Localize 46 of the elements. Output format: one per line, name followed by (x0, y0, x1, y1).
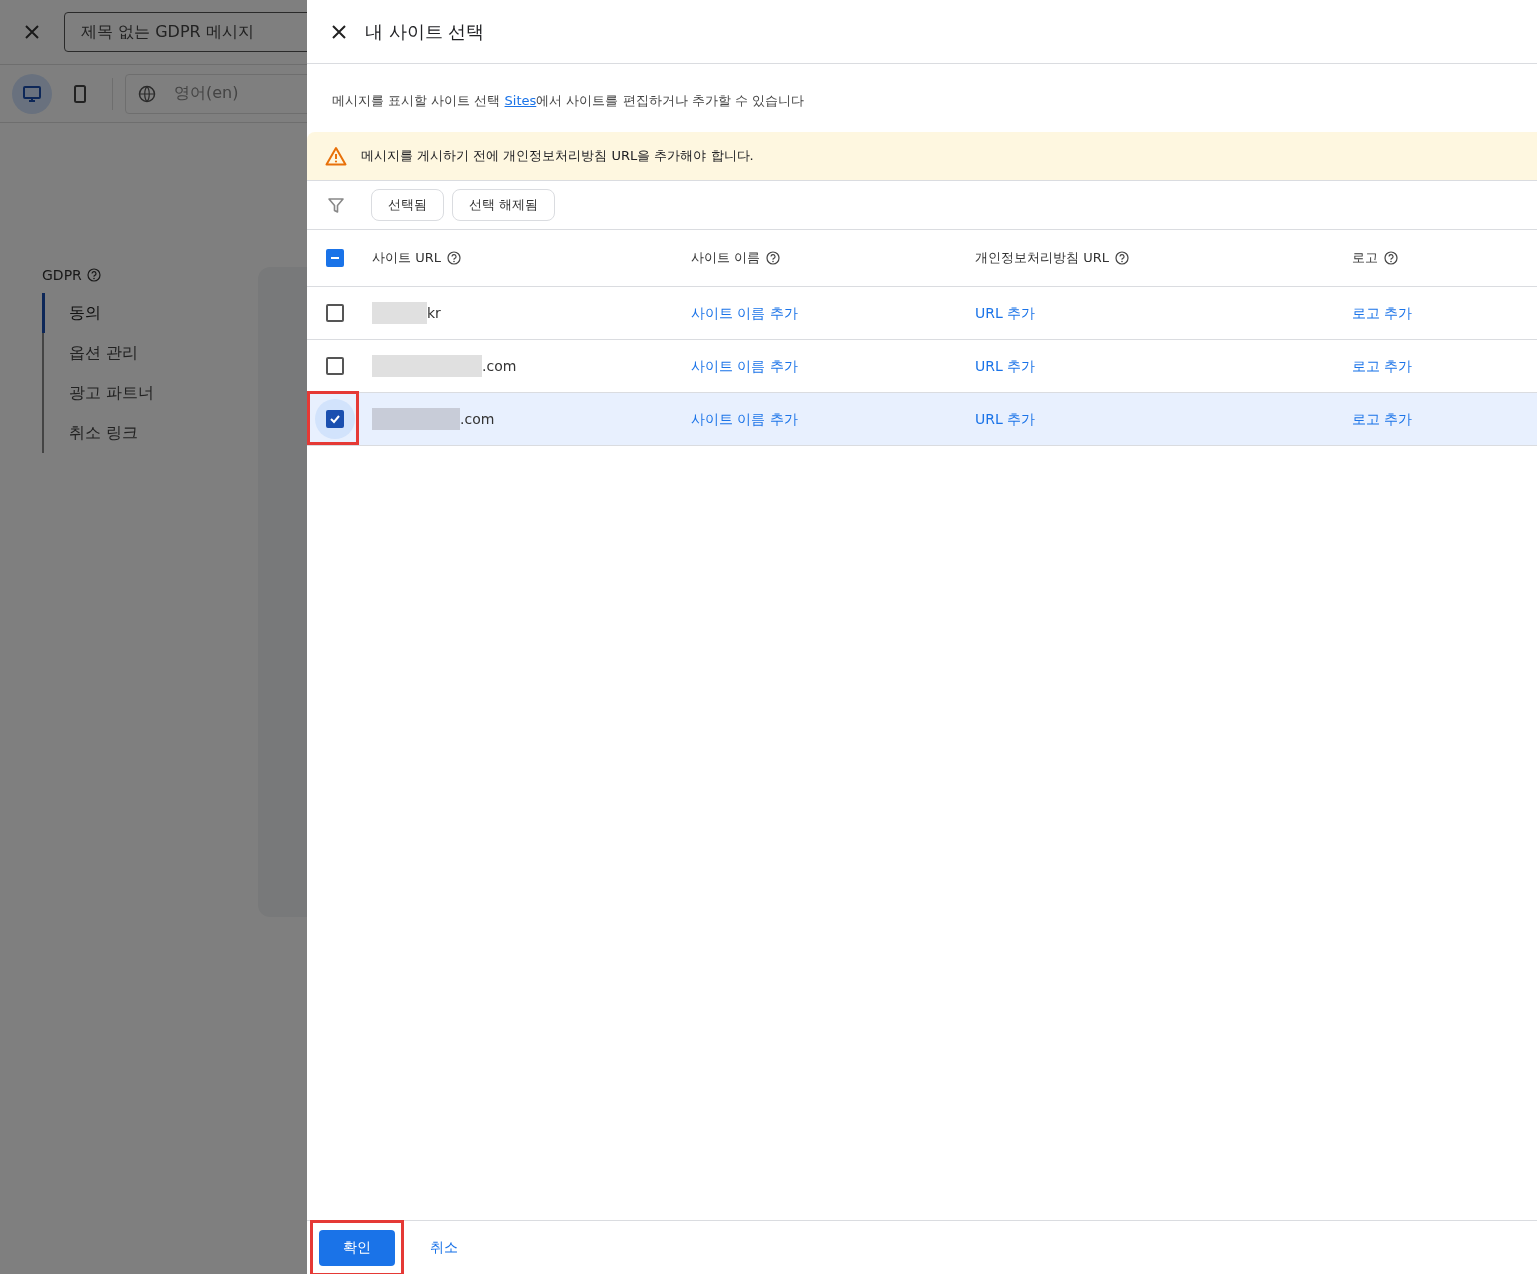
nav-item[interactable]: 취소 링크 (42, 413, 258, 453)
warning-icon (325, 146, 347, 166)
add-link[interactable]: 로고 추가 (1352, 411, 1413, 427)
filter-chip[interactable]: 선택됨 (371, 189, 444, 221)
help-icon[interactable] (86, 268, 101, 282)
check-icon (328, 413, 341, 425)
help-icon[interactable] (446, 251, 461, 265)
panel-title: 내 사이트 선택 (365, 19, 485, 44)
sites-link[interactable]: Sites (504, 93, 537, 108)
globe-icon (138, 84, 156, 103)
checkbox[interactable] (325, 410, 344, 428)
table-cell: .com (460, 411, 495, 427)
add-link[interactable]: 사이트 이름 추가 (691, 358, 798, 374)
confirm-button[interactable]: 확인 (319, 1229, 395, 1266)
nav-item[interactable]: 광고 파트너 (42, 373, 258, 413)
nav-heading: GDPR (42, 267, 82, 283)
checkbox[interactable] (325, 304, 344, 322)
nav-item[interactable]: 옵션 관리 (42, 333, 258, 373)
checkbox[interactable] (325, 249, 344, 267)
redacted-block (372, 302, 427, 324)
column-header: 개인정보처리방침 URL (975, 249, 1109, 267)
help-icon[interactable] (1384, 251, 1398, 265)
table-row[interactable]: kr 사이트 이름 추가 URL 추가 로고 추가 (307, 287, 1537, 340)
add-link[interactable]: URL 추가 (975, 358, 1036, 374)
add-link[interactable]: URL 추가 (975, 305, 1036, 321)
close-icon[interactable] (331, 23, 347, 40)
filter-icon[interactable] (327, 196, 345, 214)
column-header: 사이트 이름 (691, 249, 761, 267)
add-link[interactable]: 로고 추가 (1352, 358, 1413, 374)
column-header: 사이트 URL (372, 249, 441, 267)
monitor-icon[interactable] (12, 73, 52, 114)
add-link[interactable]: 사이트 이름 추가 (691, 411, 798, 427)
table-cell: kr (427, 305, 441, 321)
add-link[interactable]: 로고 추가 (1352, 305, 1413, 321)
column-header: 로고 (1352, 249, 1378, 267)
table-cell: .com (482, 358, 517, 374)
add-link[interactable]: URL 추가 (975, 411, 1036, 427)
warning-text: 메시지를 게시하기 전에 개인정보처리방침 URL을 추가해야 합니다. (361, 147, 754, 165)
checkbox[interactable] (325, 357, 344, 375)
add-link[interactable]: 사이트 이름 추가 (691, 305, 798, 321)
table-row[interactable]: .com 사이트 이름 추가 URL 추가 로고 추가 (307, 393, 1537, 446)
cancel-button[interactable]: 취소 (424, 1237, 464, 1258)
help-icon[interactable] (766, 251, 781, 265)
filter-chip[interactable]: 선택 해제됨 (452, 189, 556, 221)
highlight-frame (307, 391, 359, 445)
help-icon[interactable] (1114, 251, 1129, 265)
